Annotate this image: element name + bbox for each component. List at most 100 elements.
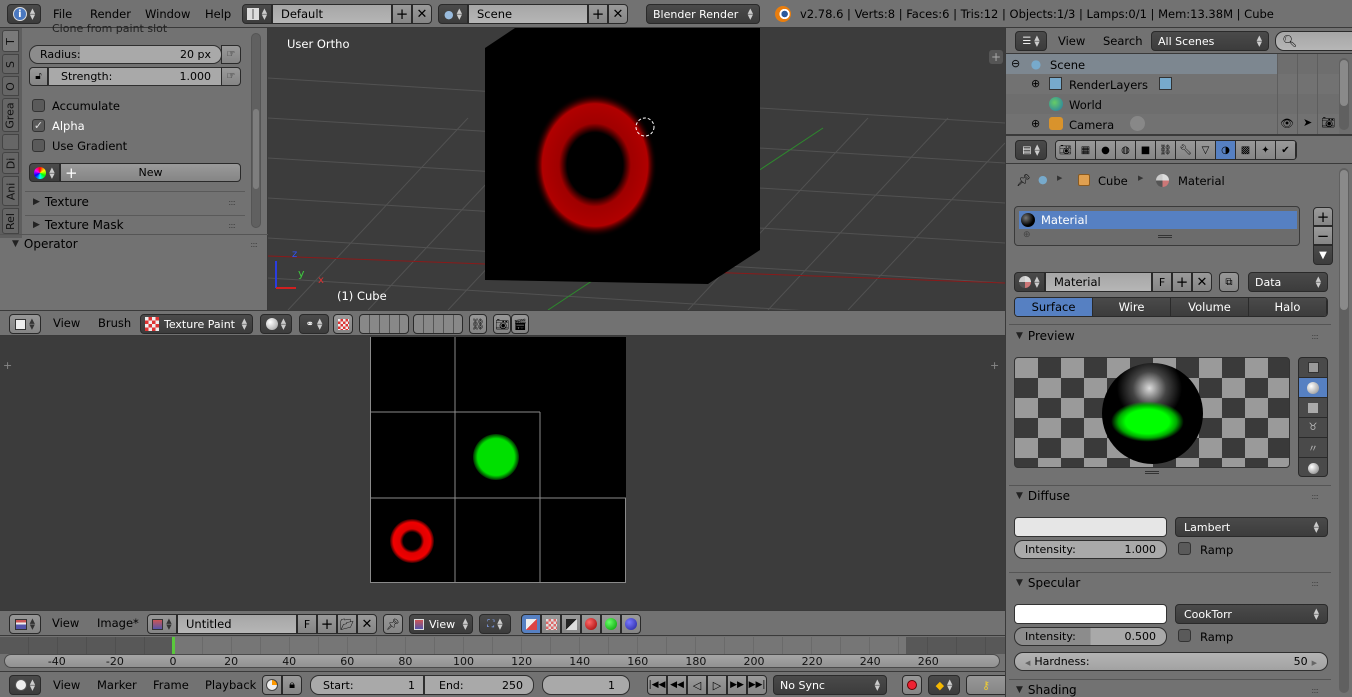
tab-blank[interactable] (2, 134, 19, 150)
start-frame-field[interactable]: Start: 1 (310, 675, 424, 695)
context-tab-constraints[interactable]: ⛓ (1156, 141, 1176, 159)
context-tab-scene[interactable]: ● (1096, 141, 1116, 159)
play-reverse-button[interactable]: ◁ (687, 675, 707, 695)
display-mode-dropdown[interactable]: All Scenes ▲ ▼ (1151, 31, 1269, 51)
material-link-dropdown[interactable]: Data ▲ ▼ (1248, 272, 1328, 292)
hardness-slider[interactable]: ◀ Hardness: 50 ▶ (1014, 652, 1328, 671)
editor-type-outliner[interactable]: ☰ ▲ ▼ (1015, 31, 1047, 51)
tab-grease-pencil[interactable]: Grea (2, 98, 19, 132)
channel-green[interactable] (601, 614, 621, 634)
type-tab-wire[interactable]: Wire (1093, 298, 1171, 316)
context-tab-physics[interactable]: ✔ (1276, 141, 1296, 159)
render-opengl-button[interactable]: 📷︎ (493, 314, 511, 334)
properties-region-toggle[interactable]: + (989, 50, 1003, 64)
preview-hair[interactable]: 〃 (1299, 438, 1327, 458)
image-editor-toolshelf-toggle[interactable]: + (3, 359, 12, 372)
radius-pressure-toggle[interactable]: ☞ (221, 45, 241, 64)
uv-image-editor[interactable]: + + (0, 336, 1005, 610)
play-button[interactable]: ▷ (707, 675, 727, 695)
render-engine-dropdown[interactable]: Blender Render ▲ ▼ (646, 4, 760, 24)
radius-slider[interactable]: Radius: 20 px (29, 45, 222, 64)
unlink-image-button[interactable]: ✕ (357, 614, 377, 634)
new-palette-button[interactable]: + New (60, 163, 241, 182)
specular-panel-header[interactable]: ▼ Specular:::: (1006, 572, 1328, 594)
type-tab-halo[interactable]: Halo (1249, 298, 1327, 316)
scene-name[interactable]: Scene (468, 4, 588, 24)
scene-selector[interactable]: ● ▲ ▼ (438, 4, 468, 24)
context-tab-texture[interactable]: ▩ (1236, 141, 1256, 159)
editor-mode-dropdown[interactable]: View ▲ ▼ (409, 614, 473, 634)
image-editor-props-toggle[interactable]: + (990, 359, 999, 372)
preview-flat[interactable] (1299, 358, 1327, 378)
palette-selector[interactable]: ▲ ▼ (29, 163, 60, 182)
tab-slots[interactable]: S (2, 54, 19, 74)
unlink-material-button[interactable]: ✕ (1192, 272, 1212, 292)
preview-panel-header[interactable]: ▼ Preview:::: (1006, 325, 1328, 347)
selectability-cursor-icon[interactable]: ➤ (1303, 116, 1312, 129)
add-scene-button[interactable]: + (588, 4, 608, 24)
preview-resize-handle[interactable] (1145, 471, 1159, 474)
timeline-editor[interactable]: -40 -20 0 20 40 60 80 100 120 140 160 180 200 220 240 2… (0, 636, 1005, 671)
texture-panel-header[interactable]: ▶ Texture:::: (25, 191, 245, 213)
visibility-eye-icon[interactable]: 👁︎ (1280, 117, 1294, 130)
mode-dropdown[interactable]: Texture Paint ▲ ▼ (140, 314, 253, 334)
material-specials-menu[interactable]: ▼ (1313, 245, 1333, 265)
context-tab-material[interactable]: ◑ (1216, 141, 1236, 159)
auto-keying-toggle[interactable] (902, 675, 922, 695)
lock-strength-toggle[interactable]: 🔓︎ (29, 67, 48, 86)
context-tab-render-layers[interactable]: ▦ (1076, 141, 1096, 159)
context-tab-particles[interactable]: ✦ (1256, 141, 1276, 159)
alpha-checkbox[interactable]: ✓ (32, 119, 45, 132)
editor-type-properties[interactable]: ▤ ▲ ▼ (1015, 140, 1047, 160)
draw-mode-alpha[interactable] (541, 614, 561, 634)
context-tab-data[interactable]: ▽ (1196, 141, 1216, 159)
menu-image[interactable]: Image* (97, 611, 139, 635)
viewport-shading-dropdown[interactable]: ▲ ▼ (260, 314, 292, 334)
editor-type-info[interactable]: i ▲ ▼ (7, 4, 41, 24)
pivot-dropdown[interactable]: ⛶ ▲ ▼ (479, 614, 511, 634)
image-name-field[interactable]: Untitled (177, 614, 297, 634)
layers-group-2[interactable] (413, 314, 463, 334)
draw-mode-z-buffer[interactable] (561, 614, 581, 634)
add-layout-button[interactable]: + (392, 4, 412, 24)
draw-mode-color-alpha[interactable] (521, 614, 541, 634)
outliner-scrollbar[interactable] (1339, 58, 1349, 130)
strength-slider[interactable]: Strength: 1.000 (48, 67, 222, 86)
type-tab-volume[interactable]: Volume (1171, 298, 1249, 316)
render-animation-button[interactable]: 🎬︎ (511, 314, 529, 334)
menu-view[interactable]: View (53, 311, 80, 335)
specular-intensity-slider[interactable]: Intensity: 0.500 (1014, 627, 1167, 646)
delete-scene-button[interactable]: ✕ (608, 4, 628, 24)
diffuse-ramp-checkbox[interactable] (1178, 542, 1191, 555)
use-gradient-checkbox[interactable] (32, 139, 45, 152)
type-tab-surface[interactable]: Surface (1015, 298, 1093, 316)
pin-image-toggle[interactable]: 📌︎ (383, 614, 403, 634)
shading-panel-header[interactable]: ▼ Shading:::: (1006, 679, 1328, 697)
node-tree-toggle[interactable]: ⧉ (1219, 272, 1239, 292)
menu-help[interactable]: Help (205, 0, 231, 27)
preview-cube[interactable] (1299, 398, 1327, 418)
menu-image-view[interactable]: View (52, 611, 79, 635)
renderability-camera-icon[interactable]: 📷︎ (1321, 116, 1335, 129)
end-frame-field[interactable]: End: 250 (424, 675, 534, 695)
layers-group-1[interactable] (359, 314, 409, 334)
editor-type-timeline[interactable]: ▲ ▼ (9, 675, 41, 695)
tab-display[interactable]: Di (2, 152, 19, 174)
jump-to-start-button[interactable]: |◀◀ (647, 675, 667, 695)
delete-layout-button[interactable]: ✕ (412, 4, 432, 24)
keying-set-button[interactable]: ⚷ (966, 675, 1006, 695)
editor-type-3d-view[interactable]: ▲ ▼ (9, 314, 41, 334)
editor-type-image[interactable]: ▲ ▼ (9, 614, 41, 634)
list-resize-handle[interactable] (1158, 235, 1172, 238)
new-material-button[interactable]: + (1172, 272, 1192, 292)
face-mask-toggle[interactable] (333, 314, 353, 334)
remove-material-slot-button[interactable]: − (1313, 226, 1333, 245)
tool-shelf-scrollbar[interactable] (251, 33, 261, 228)
menu-playback[interactable]: Playback (205, 672, 256, 697)
channel-red[interactable] (581, 614, 601, 634)
current-frame-field[interactable]: 1 (542, 675, 630, 695)
pin-context-icon[interactable]: 📌︎ (1016, 173, 1031, 187)
context-tab-object[interactable]: ■ (1136, 141, 1156, 159)
jump-to-end-button[interactable]: ▶▶| (747, 675, 767, 695)
expand-camera-icon[interactable]: ⊕ (1031, 117, 1040, 130)
